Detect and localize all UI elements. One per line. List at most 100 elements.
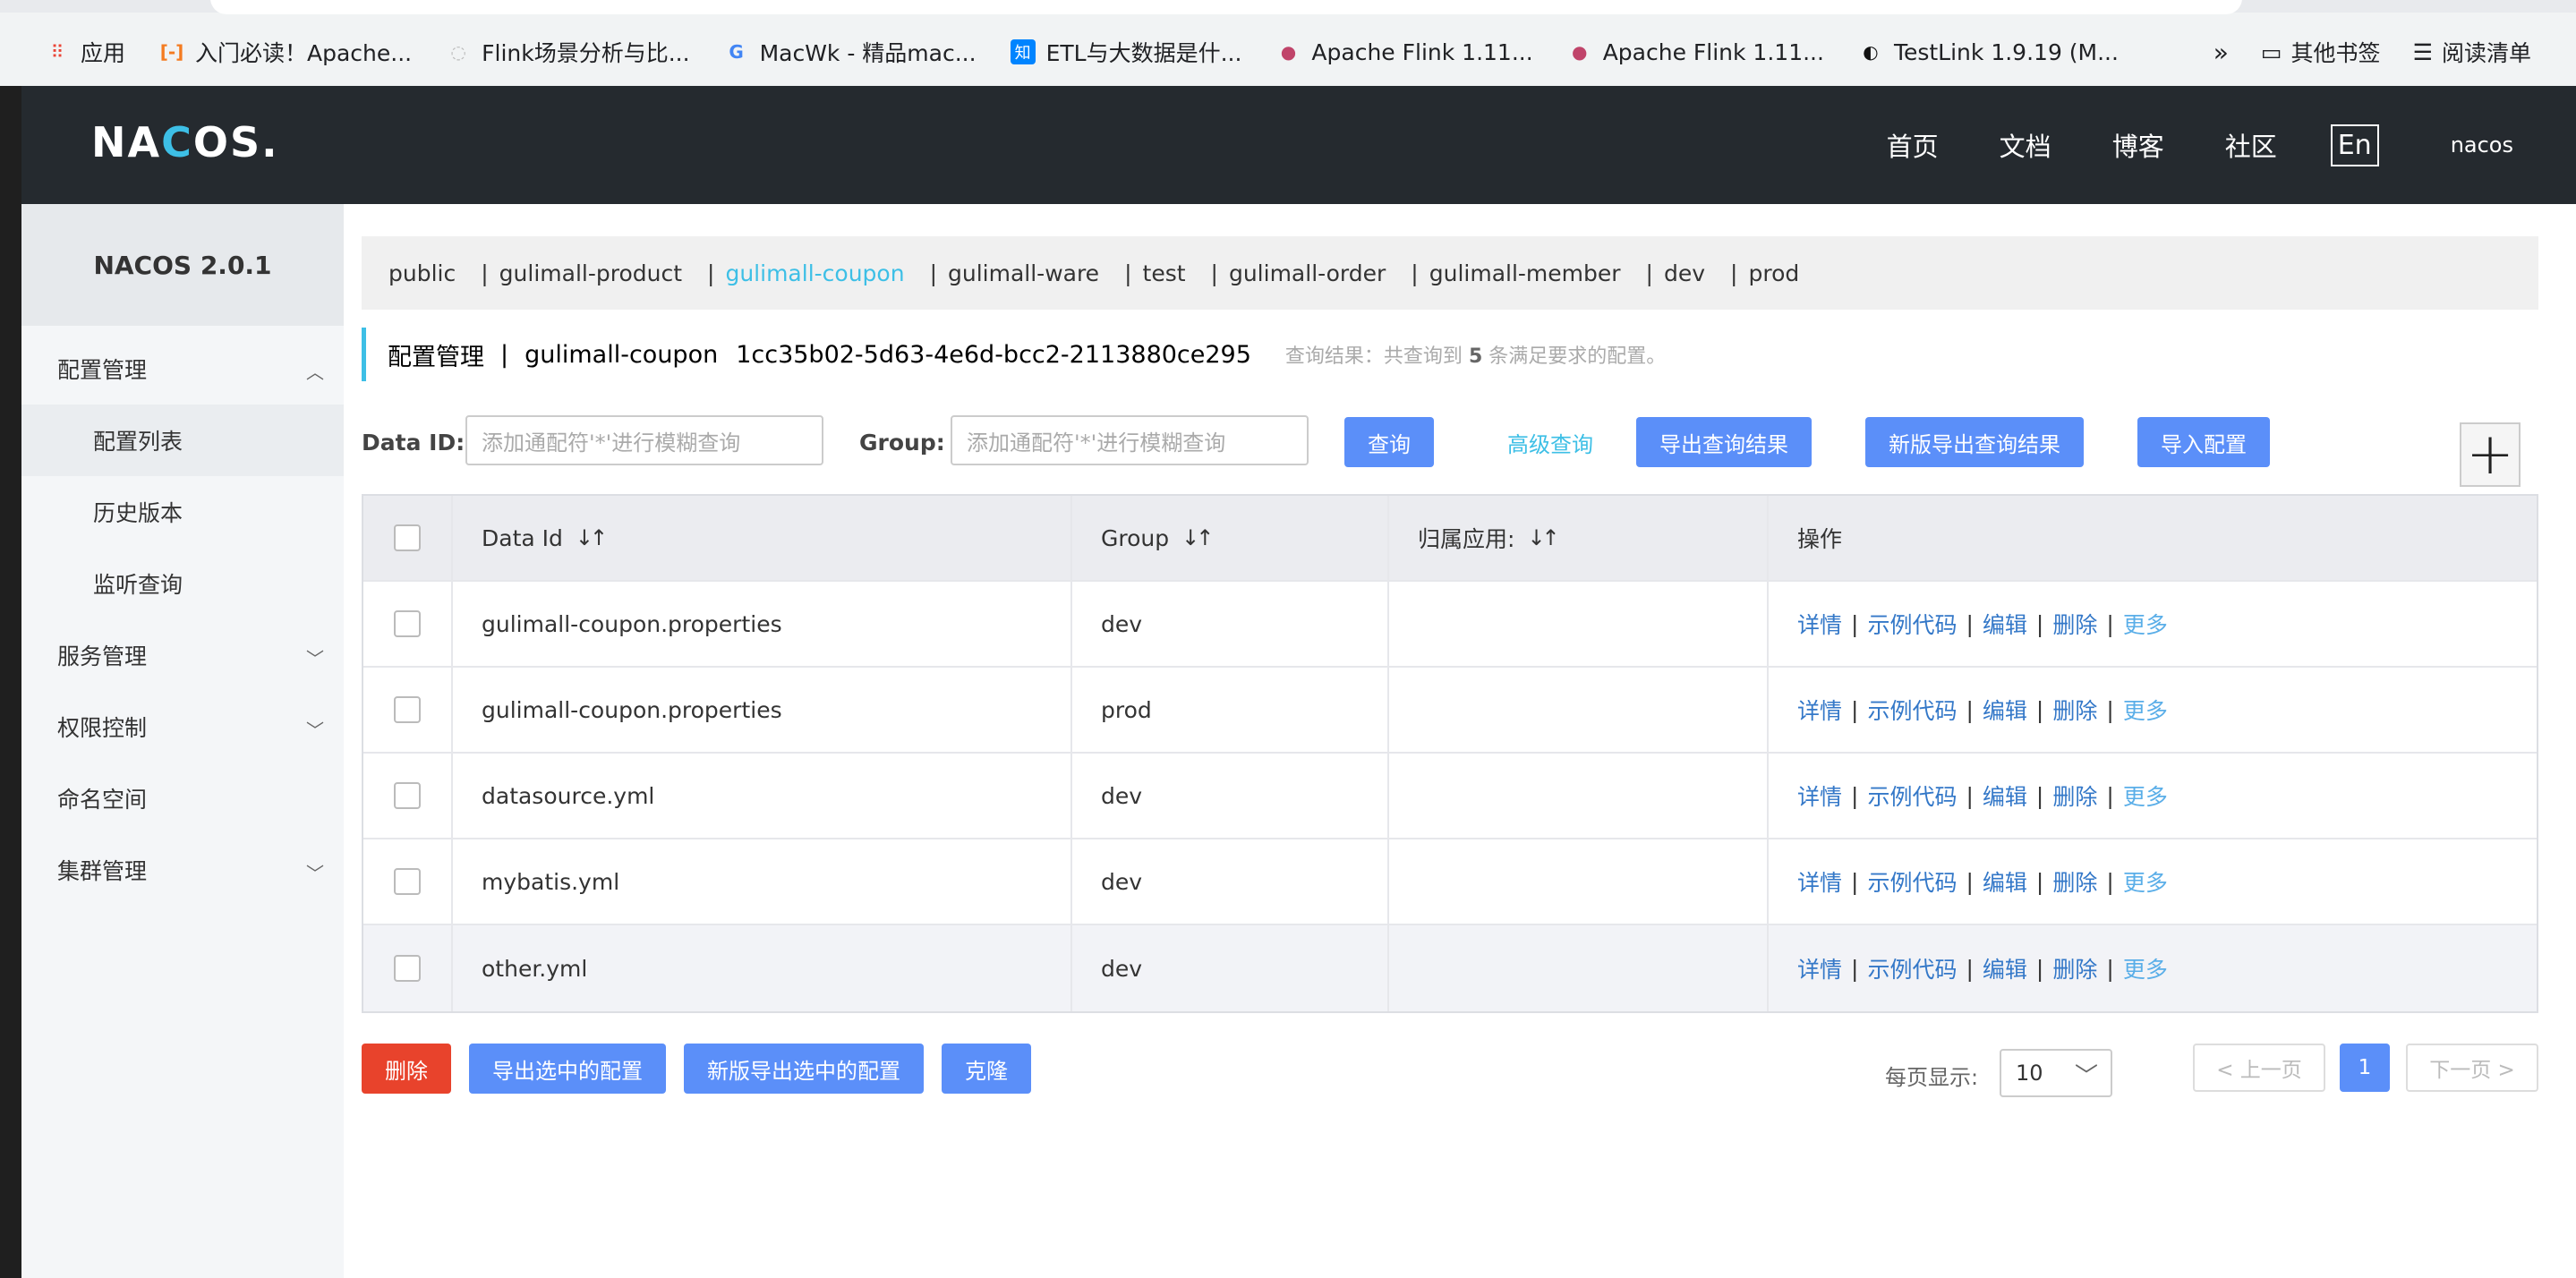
reading-list[interactable]: 阅读清单	[2442, 36, 2531, 68]
top-header: NACOS. 首页 文档 博客 社区 En nacos	[21, 86, 2576, 204]
op-link[interactable]: 编辑	[1983, 952, 2027, 984]
sort-icon[interactable]: ↓↑	[576, 525, 608, 550]
op-link[interactable]: 更多	[2123, 694, 2168, 726]
bookmark-item[interactable]: 知 ETL与大数据是什...	[1010, 36, 1241, 68]
bookmark-apps[interactable]: ⠿ 应用	[45, 36, 125, 68]
op-link[interactable]: 示例代码	[1867, 608, 1957, 640]
op-link[interactable]: 删除	[2052, 780, 2097, 812]
bookmark-item[interactable]: [-] 入门必读！Apache...	[159, 36, 412, 68]
op-separator: |	[2106, 610, 2114, 637]
tab-namespace[interactable]: | test	[1124, 260, 1185, 286]
row-checkbox[interactable]	[394, 696, 421, 723]
row-checkbox[interactable]	[394, 782, 421, 809]
add-config-button[interactable]: +	[2460, 422, 2521, 488]
prev-page-button[interactable]: < 上一页	[2193, 1044, 2325, 1092]
language-toggle[interactable]: En	[2330, 124, 2379, 166]
query-button[interactable]: 查询	[1344, 417, 1434, 467]
op-link[interactable]: 更多	[2123, 865, 2168, 898]
op-link[interactable]: 更多	[2123, 608, 2168, 640]
row-checkbox[interactable]	[394, 610, 421, 637]
nav-docs[interactable]: 文档	[2000, 126, 2051, 164]
op-link[interactable]: 示例代码	[1867, 694, 1957, 726]
bookmarks-overflow-button[interactable]: »	[2213, 38, 2229, 67]
row-checkbox[interactable]	[394, 955, 421, 982]
tab-namespace[interactable]: | gulimall-product	[481, 260, 682, 286]
sidebar-item-config-mgmt[interactable]: 配置管理 ︿	[21, 333, 344, 405]
nav-blog[interactable]: 博客	[2112, 126, 2164, 164]
bookmark-item[interactable]: G MacWk - 精品mac...	[724, 36, 976, 68]
sidebar: NACOS 2.0.1 配置管理 ︿ 配置列表 历史版本 监听查询 服务管理 ﹀…	[21, 204, 344, 1278]
op-link[interactable]: 删除	[2052, 694, 2097, 726]
op-link[interactable]: 更多	[2123, 952, 2168, 984]
tab-namespace[interactable]: | prod	[1730, 260, 1799, 286]
bookmarks-right: » ▭ 其他书签 ☰ 阅读清单	[2213, 25, 2531, 79]
user-menu[interactable]: nacos	[2451, 132, 2513, 158]
op-link[interactable]: 编辑	[1983, 780, 2027, 812]
clone-button[interactable]: 克隆	[942, 1044, 1031, 1094]
op-link[interactable]: 更多	[2123, 780, 2168, 812]
op-link[interactable]: 示例代码	[1867, 865, 1957, 898]
address-bar[interactable]	[210, 0, 2242, 14]
nacos-logo[interactable]: NACOS.	[91, 118, 279, 166]
tab-namespace[interactable]: | gulimall-order	[1211, 260, 1386, 286]
op-link[interactable]: 示例代码	[1867, 952, 1957, 984]
op-link[interactable]: 编辑	[1983, 865, 2027, 898]
group-label: Group:	[859, 430, 945, 456]
nav-community[interactable]: 社区	[2225, 126, 2277, 164]
sidebar-item-cluster[interactable]: 集群管理 ﹀	[21, 834, 344, 906]
import-config-button[interactable]: 导入配置	[2137, 417, 2270, 467]
op-link[interactable]: 详情	[1797, 865, 1842, 898]
tab-namespace[interactable]: | gulimall-member	[1411, 260, 1620, 286]
chevron-down-icon: ﹀	[2074, 1063, 2098, 1090]
sidebar-item-service-mgmt[interactable]: 服务管理 ﹀	[21, 619, 344, 691]
tab-namespace[interactable]: | gulimall-ware	[930, 260, 1100, 286]
nav-home[interactable]: 首页	[1887, 126, 1939, 164]
op-link[interactable]: 编辑	[1983, 608, 2027, 640]
delete-button[interactable]: 删除	[362, 1044, 451, 1094]
bookmark-item[interactable]: ◌ Flink场景分析与比...	[446, 36, 689, 68]
column-header-app[interactable]: 归属应用: ↓↑	[1389, 496, 1769, 580]
op-link[interactable]: 详情	[1797, 694, 1842, 726]
tab-namespace[interactable]: | dev	[1646, 260, 1705, 286]
sort-icon[interactable]: ↓↑	[1527, 525, 1559, 550]
sort-icon[interactable]: ↓↑	[1181, 525, 1214, 550]
export-selected-new-button[interactable]: 新版导出选中的配置	[684, 1044, 924, 1094]
tab-label: prod	[1748, 260, 1800, 286]
tab-namespace-active[interactable]: | gulimall-coupon	[707, 260, 905, 286]
op-link[interactable]: 详情	[1797, 780, 1842, 812]
op-link[interactable]: 示例代码	[1867, 780, 1957, 812]
op-link[interactable]: 详情	[1797, 608, 1842, 640]
op-link[interactable]: 删除	[2052, 608, 2097, 640]
group-search-input[interactable]: 添加通配符'*'进行模糊查询	[951, 415, 1309, 465]
sidebar-item-namespace[interactable]: 命名空间	[21, 763, 344, 834]
op-separator: |	[1851, 696, 1859, 723]
row-select-cell	[363, 754, 453, 838]
select-all-checkbox[interactable]	[394, 524, 421, 551]
cell-app	[1389, 754, 1769, 838]
page-size-select[interactable]: 10 ﹀	[2000, 1049, 2112, 1097]
sidebar-item-history[interactable]: 历史版本	[21, 476, 344, 548]
advanced-query-button[interactable]: 高级查询	[1484, 417, 1616, 467]
tab-separator: |	[1411, 260, 1419, 286]
tab-namespace[interactable]: public	[388, 260, 456, 286]
next-page-button[interactable]: 下一页 >	[2406, 1044, 2538, 1092]
bookmark-item[interactable]: ● Apache Flink 1.11...	[1567, 39, 1824, 65]
dataid-search-input[interactable]: 添加通配符'*'进行模糊查询	[465, 415, 823, 465]
op-link[interactable]: 删除	[2052, 952, 2097, 984]
column-header-dataid[interactable]: Data Id ↓↑	[453, 496, 1072, 580]
bookmark-item[interactable]: ◐ TestLink 1.9.19 (M...	[1858, 39, 2119, 65]
sidebar-item-listen-query[interactable]: 监听查询	[21, 548, 344, 619]
op-link[interactable]: 编辑	[1983, 694, 2027, 726]
export-results-new-button[interactable]: 新版导出查询结果	[1865, 417, 2084, 467]
bookmark-item[interactable]: ● Apache Flink 1.11...	[1275, 39, 1533, 65]
sidebar-item-auth[interactable]: 权限控制 ﹀	[21, 691, 344, 763]
export-selected-button[interactable]: 导出选中的配置	[469, 1044, 666, 1094]
op-link[interactable]: 详情	[1797, 952, 1842, 984]
page-number-current[interactable]: 1	[2340, 1044, 2390, 1092]
other-bookmarks[interactable]: 其他书签	[2291, 36, 2381, 68]
row-checkbox[interactable]	[394, 868, 421, 895]
op-link[interactable]: 删除	[2052, 865, 2097, 898]
export-results-button[interactable]: 导出查询结果	[1636, 417, 1812, 467]
column-header-group[interactable]: Group ↓↑	[1072, 496, 1389, 580]
sidebar-item-config-list[interactable]: 配置列表	[21, 405, 344, 476]
